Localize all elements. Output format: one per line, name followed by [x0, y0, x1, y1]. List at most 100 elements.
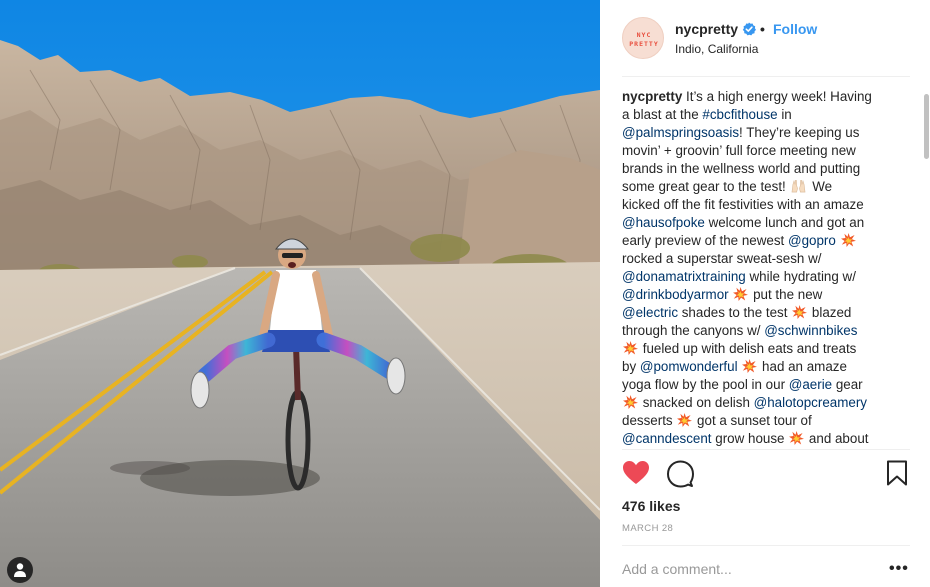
collision-emoji-icon	[623, 395, 638, 409]
caption-text: ! They’re keeping us	[739, 125, 860, 140]
mention-link[interactable]: @aerie	[789, 377, 832, 392]
caption-text: and about	[805, 431, 869, 446]
caption-text: had an amaze	[758, 359, 847, 374]
caption-text: shades to the test	[678, 305, 792, 320]
mention-link[interactable]: @electric	[622, 305, 678, 320]
collision-emoji-icon	[742, 359, 758, 373]
collision-emoji-icon	[623, 341, 638, 355]
caption-text: welcome lunch and got an	[704, 215, 865, 230]
heart-filled-icon	[623, 461, 649, 484]
caption-text: while hydrating w/	[745, 269, 856, 284]
like-count[interactable]: 476 likes	[622, 498, 680, 514]
caption-text: kicked off the fit festivities with an a…	[622, 197, 864, 212]
post-side-panel: NYC PRETTY nycpretty • Follow Indio, Cal…	[600, 0, 930, 587]
bookmark-icon	[887, 460, 907, 486]
caption-text: a blast at the	[622, 107, 703, 122]
actions-divider	[622, 449, 910, 450]
mention-link[interactable]: @palmspringsoasis	[622, 125, 739, 140]
caption-line: @electric shades to the test blazed	[622, 304, 912, 322]
caption-scrollbar-thumb[interactable]	[924, 94, 929, 159]
caption-text: brands in the wellness world and putting	[622, 161, 861, 176]
caption-line: rocked a superstar sweat-sesh w/	[622, 250, 912, 268]
caption-text: by	[622, 359, 640, 374]
mention-link[interactable]: @canndescent	[622, 431, 712, 446]
avatar-logo-line-2: PRETTY	[629, 40, 659, 48]
caption-line: @hausofpoke welcome lunch and got an	[622, 214, 912, 232]
caption-text: rocked a superstar sweat-sesh w/	[622, 251, 822, 266]
caption-text: blazed	[808, 305, 852, 320]
post-date[interactable]: MARCH 28	[622, 523, 673, 534]
caption-text: put the new	[749, 287, 823, 302]
caption-text: gear	[832, 377, 863, 392]
caption-line: movin’ + groovin’ full force meeting new	[622, 142, 912, 160]
caption-line: desserts got a sunset tour of	[622, 412, 912, 430]
post-photo[interactable]	[0, 0, 600, 587]
separator-dot: •	[760, 21, 765, 37]
caption-text: grow house	[711, 431, 789, 446]
caption-line: fueled up with delish eats and treats	[622, 340, 912, 358]
comment-bubble-icon	[667, 460, 694, 488]
user-tag-icon	[14, 563, 26, 577]
mention-link[interactable]: @pomwonderful	[640, 359, 738, 374]
caption-line: brands in the wellness world and putting	[622, 160, 912, 178]
comment-button[interactable]	[666, 460, 696, 488]
caption-line: kicked off the fit festivities with an a…	[622, 196, 912, 214]
caption-line: early preview of the newest @gopro	[622, 232, 912, 250]
caption-text: desserts	[622, 413, 677, 428]
caption-line: yoga flow by the pool in our @aerie gear	[622, 376, 912, 394]
hashtag-link[interactable]: #cbcfithouse	[702, 107, 777, 122]
caption-line: a blast at the #cbcfithouse in	[622, 106, 912, 124]
like-button[interactable]	[622, 460, 652, 488]
caption-line: @donamatrixtraining while hydrating w/	[622, 268, 912, 286]
mention-link[interactable]: @drinkbodyarmor	[622, 287, 729, 302]
add-comment-input[interactable]	[622, 556, 872, 582]
caption-text	[729, 287, 733, 302]
username-link[interactable]: nycpretty	[675, 21, 738, 37]
mention-link[interactable]: @gopro	[788, 233, 836, 248]
caption-text: got a sunset tour of	[693, 413, 812, 428]
caption-line: through the canyons w/ @schwinnbikes	[622, 322, 912, 340]
collision-emoji-icon	[840, 233, 856, 247]
avatar-logo-line-1: NYC	[636, 31, 652, 39]
more-options-button[interactable]: •••	[889, 560, 909, 578]
caption-scrollbar[interactable]	[923, 76, 930, 450]
avatar[interactable]: NYC PRETTY	[622, 17, 664, 59]
caption-line: @drinkbodyarmor put the new	[622, 286, 912, 304]
location-link[interactable]: Indio, California	[675, 42, 758, 56]
caption-line: @canndescent grow house and about	[622, 430, 912, 448]
caption-line: some great gear to the test! We	[622, 178, 912, 196]
save-button[interactable]	[886, 460, 910, 488]
caption-comment: nycpretty It’s a high energy week! Havin…	[622, 88, 912, 448]
caption-line: nycpretty It’s a high energy week! Havin…	[622, 88, 912, 106]
post-image-illustration	[0, 0, 600, 587]
collision-emoji-icon	[792, 305, 808, 319]
raising-hands-emoji-icon	[792, 179, 806, 193]
caption-text: some great gear to the test!	[622, 179, 790, 194]
caption-text: It’s a high energy week! Having	[682, 89, 872, 104]
caption-text: We	[808, 179, 833, 194]
post-header: NYC PRETTY nycpretty • Follow Indio, Cal…	[600, 0, 930, 77]
caption-text	[738, 359, 742, 374]
follow-button[interactable]: Follow	[773, 21, 817, 37]
caption-username-link[interactable]: nycpretty	[622, 89, 682, 104]
caption-text: snacked on delish	[639, 395, 754, 410]
caption-text	[836, 233, 840, 248]
mention-link[interactable]: @schwinnbikes	[764, 323, 857, 338]
caption-text: through the canyons w/	[622, 323, 765, 338]
verified-badge-icon	[742, 22, 756, 36]
mention-link[interactable]: @hausofpoke	[622, 215, 705, 230]
caption-line: by @pomwonderful had an amaze	[622, 358, 912, 376]
mention-link[interactable]: @halotopcreamery	[754, 395, 867, 410]
mention-link[interactable]: @donamatrixtraining	[622, 269, 746, 284]
caption-text: yoga flow by the pool in our	[622, 377, 789, 392]
caption-text: early preview of the newest	[622, 233, 788, 248]
comment-divider	[622, 545, 910, 546]
caption-text: fueled up with delish eats and treats	[639, 341, 857, 356]
caption-line: @palmspringsoasis! They’re keeping us	[622, 124, 912, 142]
caption-text: in	[777, 107, 792, 122]
collision-emoji-icon	[733, 287, 749, 301]
tag-people-button[interactable]	[7, 557, 33, 583]
caption-line: snacked on delish @halotopcreamery	[622, 394, 912, 412]
caption-text: movin’ + groovin’ full force meeting new	[622, 143, 856, 158]
collision-emoji-icon	[789, 431, 805, 445]
